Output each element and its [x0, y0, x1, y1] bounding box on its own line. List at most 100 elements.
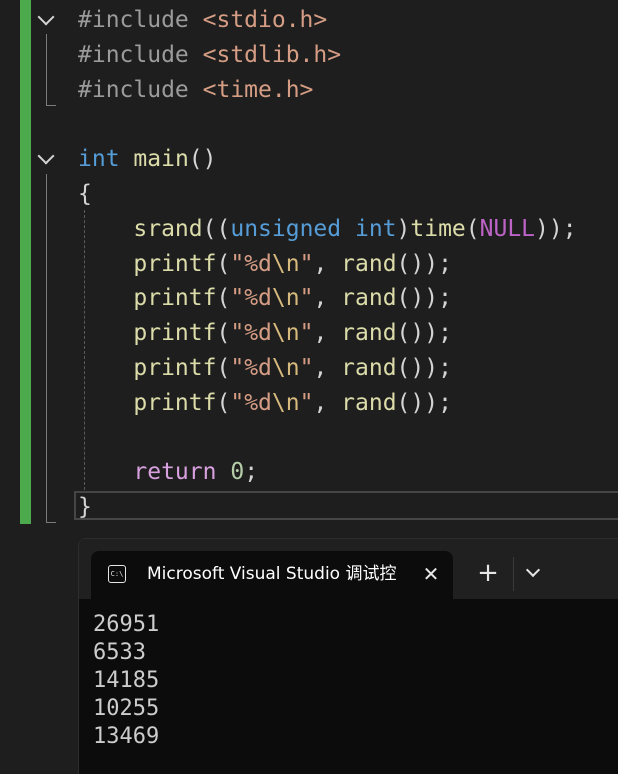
code-token: printf [133, 285, 217, 312]
code-token: \n [271, 355, 300, 381]
code-line[interactable]: #include <stdio.h> [78, 3, 327, 38]
code-token: " [299, 285, 314, 312]
terminal-tab[interactable]: C:\ Microsoft Visual Studio 调试控 ✕ [91, 551, 453, 599]
console-output: 26951 6533 14185 10255 13469 [93, 611, 159, 751]
code-token: \n [271, 389, 300, 416]
code-token: #include [78, 41, 203, 68]
code-token: ()); [396, 389, 452, 416]
code-token: rand [341, 389, 397, 416]
code-token: NULL [479, 215, 536, 242]
code-editor[interactable]: #include <stdio.h> #include <stdlib.h> #in… [0, 0, 618, 536]
code-token: "%d [230, 320, 272, 347]
code-token: "%d [230, 250, 272, 277]
code-token: srand [133, 215, 203, 242]
code-token: \n [271, 285, 300, 312]
fold-guide-end [46, 105, 56, 106]
code-token: , [313, 320, 342, 347]
code-token: " [299, 250, 314, 277]
fold-chevron-down-icon[interactable] [37, 8, 55, 26]
code-token: #include [78, 76, 203, 103]
code-token: ( [465, 215, 480, 242]
output-line: 6533 [93, 640, 146, 665]
code-token: return [133, 459, 217, 486]
output-line: 14185 [93, 668, 160, 693]
code-line[interactable]: int main() [78, 142, 217, 177]
code-token: unsigned [230, 215, 342, 242]
close-icon[interactable]: ✕ [419, 562, 443, 586]
code-token: rand [341, 250, 397, 277]
console-icon: C:\ [108, 565, 126, 583]
fold-chevron-down-icon[interactable] [37, 147, 55, 165]
code-token: () [188, 146, 217, 173]
fold-guide-line [46, 34, 47, 105]
code-token: " [299, 320, 314, 347]
code-token: printf [133, 389, 217, 416]
code-token: ; [244, 459, 259, 486]
terminal-tab-strip: C:\ Microsoft Visual Studio 调试控 ✕ + [79, 539, 618, 599]
code-token: , [313, 285, 342, 312]
code-token: ( [216, 250, 231, 277]
code-line[interactable]: srand((unsigned int)time(NULL)); [78, 212, 577, 247]
code-token: } [78, 494, 92, 521]
code-token: ( [216, 320, 231, 347]
code-token: ( [216, 285, 231, 312]
code-token: , [313, 355, 342, 381]
chevron-down-icon[interactable] [522, 559, 546, 589]
current-line-highlight [74, 491, 618, 520]
code-token: "%d [230, 389, 272, 416]
code-line[interactable]: printf("%d\n", rand()); [78, 386, 452, 421]
code-line[interactable]: #include <time.h> [78, 73, 313, 108]
new-tab-button[interactable]: + [473, 559, 503, 589]
code-token: ) [396, 215, 411, 242]
code-token: <stdio.h> [202, 7, 328, 33]
code-token: rand [341, 320, 397, 347]
code-token: rand [341, 355, 397, 381]
code-token: ()); [396, 355, 452, 381]
code-token: rand [341, 285, 397, 312]
code-line[interactable]: printf("%d\n", rand()); [78, 351, 452, 386]
code-line[interactable]: printf("%d\n", rand()); [78, 316, 452, 351]
fold-guide-end [46, 522, 56, 523]
code-token: <time.h> [202, 76, 314, 103]
code-line[interactable]: { [78, 177, 92, 212]
code-token: int [354, 215, 397, 242]
code-token: , [313, 250, 342, 277]
code-token: printf [133, 320, 217, 347]
code-token: <stdlib.h> [202, 41, 342, 68]
code-token: (( [202, 215, 231, 242]
code-token: \n [271, 250, 300, 277]
code-token: printf [133, 250, 217, 277]
code-token: time [410, 215, 466, 242]
code-token: printf [133, 355, 217, 381]
code-token: ()); [396, 285, 452, 312]
fold-guide-line [46, 174, 47, 522]
code-line[interactable]: } [78, 490, 92, 525]
debug-console-window[interactable]: C:\ Microsoft Visual Studio 调试控 ✕ + 2695… [78, 538, 618, 774]
code-line[interactable]: #include <stdlib.h> [78, 38, 341, 73]
code-token: \n [271, 320, 300, 347]
code-token: "%d [230, 355, 272, 381]
tab-divider [513, 557, 514, 591]
code-token: { [78, 181, 92, 207]
output-line: 26951 [93, 612, 160, 637]
code-token: ( [216, 355, 231, 381]
code-line[interactable]: printf("%d\n", rand()); [78, 247, 452, 282]
code-token: " [299, 389, 314, 416]
code-token: main [133, 146, 189, 173]
code-token: 0 [230, 459, 245, 486]
code-line[interactable]: return 0; [78, 455, 258, 490]
code-token: )); [535, 215, 577, 242]
code-line[interactable]: printf("%d\n", rand()); [78, 281, 452, 316]
code-token: " [299, 355, 314, 381]
code-token: ()); [396, 250, 452, 277]
code-token: "%d [230, 285, 272, 312]
code-token: #include [78, 7, 203, 33]
output-line: 13469 [93, 724, 160, 749]
code-token: int [78, 146, 120, 173]
